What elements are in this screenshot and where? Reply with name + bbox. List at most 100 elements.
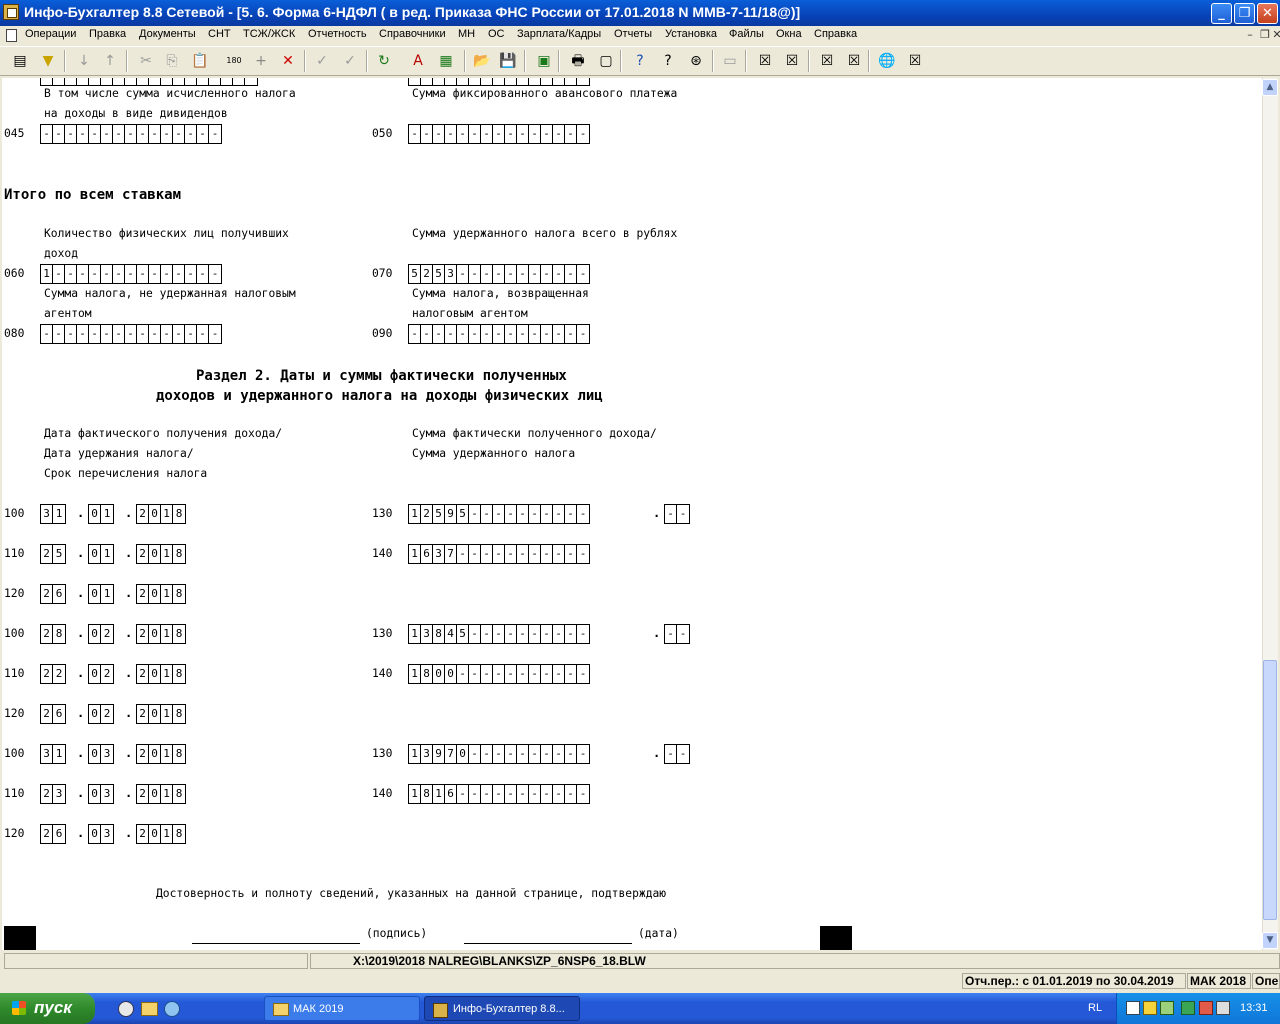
field-cell[interactable]: - [529,665,541,683]
form-document[interactable]: В том числе сумма исчисленного налога на… [2,78,1262,950]
field-cell[interactable]: - [149,325,161,343]
field-cell[interactable]: - [565,125,577,143]
field-cell[interactable]: 0 [89,505,101,523]
field-cell[interactable]: - [137,325,149,343]
field-cell[interactable]: - [553,505,565,523]
field-cell[interactable]: 1 [161,705,173,723]
field-cell[interactable]: - [445,125,457,143]
date-day-field[interactable]: 26 [40,704,66,724]
field-cell[interactable]: - [113,325,125,343]
copy-icon[interactable]: ⎘ [162,51,182,71]
field-cell[interactable]: - [577,745,589,763]
field-060[interactable]: 1-------------- [40,264,222,284]
field-cell[interactable]: 2 [137,625,149,643]
kopecks-field[interactable]: -- [664,624,690,644]
calculator-icon[interactable]: ▦ [436,51,456,71]
field-cell[interactable]: 0 [89,665,101,683]
field-cell[interactable]: - [493,125,505,143]
field-cell[interactable]: - [125,265,137,283]
field-cell[interactable]: - [517,745,529,763]
list-icon[interactable]: ▤ [10,51,30,71]
field-cell[interactable]: - [505,665,517,683]
field-cell[interactable]: 1 [101,505,113,523]
tray-alert-icon[interactable] [1199,1001,1213,1015]
field-cell[interactable]: - [197,265,209,283]
field-cell[interactable]: 1 [161,745,173,763]
field-cell[interactable]: 2 [41,585,53,603]
document-icon[interactable] [6,29,17,42]
field-cell[interactable]: 8 [173,705,185,723]
field-cell[interactable]: - [505,785,517,803]
field-cell[interactable]: - [77,125,89,143]
field-cell[interactable]: - [173,265,185,283]
date-month-field[interactable]: 01 [88,584,114,604]
field-cell[interactable]: - [505,325,517,343]
close-x4-icon[interactable]: ☒ [844,51,864,71]
field-cell[interactable]: - [577,665,589,683]
field-cell[interactable]: - [565,745,577,763]
date-year-field[interactable]: 2018 [136,584,186,604]
field-cell[interactable]: 0 [445,665,457,683]
date-year-field[interactable]: 2018 [136,704,186,724]
field-cell[interactable]: 0 [149,585,161,603]
field-cell[interactable]: - [89,325,101,343]
field-cell[interactable]: 0 [149,505,161,523]
media-icon[interactable] [118,1001,134,1017]
field-cell[interactable]: - [209,125,221,143]
field-cell[interactable]: 2 [101,665,113,683]
field-cell[interactable]: - [529,325,541,343]
field-cell[interactable]: - [577,125,589,143]
field-cell[interactable]: - [149,125,161,143]
field-cell[interactable]: 2 [41,665,53,683]
field-cell[interactable]: 5 [433,505,445,523]
browser-icon[interactable] [164,1001,180,1017]
field-cell[interactable]: 8 [173,825,185,843]
field-cell[interactable]: 8 [173,545,185,563]
field-cell[interactable]: - [185,125,197,143]
field-cell[interactable]: - [41,325,53,343]
field-cell[interactable]: - [125,325,137,343]
add-icon[interactable]: + [251,51,271,71]
field-cell[interactable]: - [101,265,113,283]
kopecks-field[interactable]: -- [664,504,690,524]
sort-asc-icon[interactable]: ↓ [74,51,94,71]
field-cell[interactable]: - [529,125,541,143]
field-cell[interactable]: 1 [101,545,113,563]
field-cell[interactable]: - [197,325,209,343]
menu-item-11[interactable]: Установка [665,28,717,40]
field-cell[interactable]: 0 [149,785,161,803]
close-x2-icon[interactable]: ☒ [782,51,802,71]
date-month-field[interactable]: 03 [88,824,114,844]
field-cell[interactable]: - [505,745,517,763]
date-year-field[interactable]: 2018 [136,664,186,684]
field-cell[interactable]: 2 [137,825,149,843]
field-cell[interactable]: 0 [89,825,101,843]
field-cell[interactable]: 8 [421,785,433,803]
field-cell[interactable]: 3 [421,625,433,643]
field-cell[interactable]: 2 [41,545,53,563]
field-cell[interactable]: - [161,325,173,343]
menu-item-2[interactable]: Документы [139,28,196,40]
context-help-icon[interactable]: ? [658,51,678,71]
field-cell[interactable]: - [137,265,149,283]
field-cell[interactable]: - [517,505,529,523]
menu-item-13[interactable]: Окна [776,28,802,40]
paste-icon[interactable]: 📋 [190,51,210,71]
field-cell[interactable]: 8 [421,665,433,683]
field-cell[interactable]: 6 [53,585,65,603]
field-cell[interactable]: 7 [445,545,457,563]
field-cell[interactable]: - [541,325,553,343]
field-cell[interactable]: 1 [161,785,173,803]
field-cell[interactable]: - [529,505,541,523]
field-cell[interactable]: - [469,665,481,683]
pdf-icon[interactable]: A [408,51,428,71]
field-cell[interactable]: - [505,545,517,563]
tray-app-icon[interactable] [1181,1001,1195,1015]
field-cell[interactable]: 1 [53,505,65,523]
field-cell[interactable]: - [553,665,565,683]
field-cell[interactable]: 5 [433,265,445,283]
field-cell[interactable]: - [41,125,53,143]
date-month-field[interactable]: 03 [88,744,114,764]
field-cell[interactable]: 1 [409,505,421,523]
tray-warning-icon[interactable] [1143,1001,1157,1015]
